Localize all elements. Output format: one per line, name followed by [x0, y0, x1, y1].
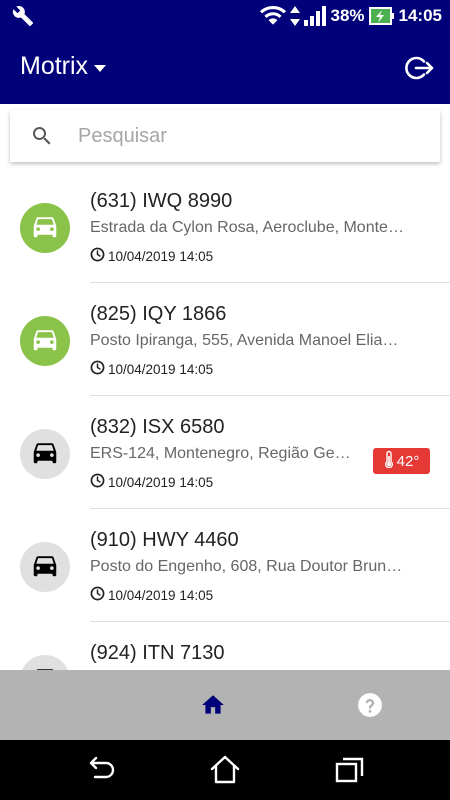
vehicle-status-avatar	[20, 542, 70, 592]
caret-down-icon	[94, 65, 107, 72]
bottom-navigation	[0, 670, 450, 740]
logout-icon[interactable]	[404, 52, 436, 84]
vehicle-plate: (832) ISX 6580	[90, 416, 225, 438]
vehicle-list-item[interactable]: (910) HWY 4460 Posto do Engenho, 608, Ru…	[0, 509, 450, 622]
vehicle-list-item[interactable]: (825) IQY 1866 Posto Ipiranga, 555, Aven…	[0, 283, 450, 396]
vehicle-timestamp: 10/04/2019 14:05	[108, 248, 214, 264]
help-icon[interactable]	[357, 692, 383, 718]
battery-charging-icon	[368, 7, 395, 25]
car-icon	[30, 211, 60, 246]
thermometer-icon	[384, 450, 394, 472]
vehicle-timestamp-row: 10/04/2019 14:05	[90, 360, 213, 378]
vehicle-status-avatar	[20, 316, 70, 366]
wifi-icon	[260, 6, 287, 26]
search-bar	[10, 110, 440, 162]
app-bar: Motrix	[0, 32, 450, 104]
home-icon[interactable]	[200, 692, 226, 718]
vehicle-list: (631) IWQ 8990 Estrada da Cylon Rosa, Ae…	[0, 170, 450, 670]
app-title: Motrix	[20, 52, 89, 80]
car-icon	[30, 550, 60, 585]
vehicle-plate: (910) HWY 4460	[90, 529, 239, 551]
signal-icon	[304, 6, 327, 26]
system-navigation-bar	[0, 740, 450, 800]
vehicle-status-avatar	[20, 203, 70, 253]
vehicle-timestamp: 10/04/2019 14:05	[108, 587, 214, 603]
clock-icon	[90, 360, 105, 378]
vehicle-timestamp-row: 10/04/2019 14:05	[90, 247, 213, 265]
car-icon	[30, 663, 60, 670]
status-time: 14:05	[398, 6, 442, 25]
car-icon	[30, 437, 60, 472]
vehicle-timestamp: 10/04/2019 14:05	[108, 361, 214, 377]
vehicle-list-item[interactable]: (631) IWQ 8990 Estrada da Cylon Rosa, Ae…	[0, 170, 450, 283]
search-input[interactable]	[78, 124, 398, 148]
battery-percent: 38%	[330, 6, 365, 25]
status-bar: 38% 14:05	[0, 0, 450, 32]
car-icon	[30, 324, 60, 359]
vehicle-timestamp-row: 10/04/2019 14:05	[90, 473, 213, 491]
vehicle-status-avatar	[20, 655, 70, 670]
vehicle-timestamp-row: 10/04/2019 14:05	[90, 586, 213, 604]
vehicle-plate: (631) IWQ 8990	[90, 190, 233, 212]
vehicle-address: Posto do Engenho, 608, Rua Doutor Brun…	[90, 558, 403, 575]
vehicle-address: Estrada da Cylon Rosa, Aeroclube, Monte…	[90, 219, 404, 236]
system-home-icon[interactable]	[208, 753, 242, 787]
clock-icon	[90, 473, 105, 491]
data-arrows-icon	[290, 6, 301, 26]
account-dropdown[interactable]: Motrix	[20, 52, 107, 81]
vehicle-plate: (825) IQY 1866	[90, 303, 227, 325]
recent-apps-icon[interactable]	[333, 753, 367, 787]
back-icon[interactable]	[83, 753, 117, 787]
temperature-value: 42°	[396, 452, 420, 470]
clock-icon	[90, 247, 105, 265]
temperature-alert-badge: 42°	[373, 448, 430, 474]
vehicle-timestamp: 10/04/2019 14:05	[108, 474, 214, 490]
wrench-icon	[12, 5, 34, 32]
search-icon	[30, 124, 54, 148]
vehicle-plate: (924) ITN 7130	[90, 642, 225, 664]
vehicle-status-avatar	[20, 429, 70, 479]
vehicle-list-item[interactable]: (832) ISX 6580 ERS-124, Montenegro, Regi…	[0, 396, 450, 509]
vehicle-list-item[interactable]: (924) ITN 7130	[0, 622, 450, 670]
clock-icon	[90, 586, 105, 604]
vehicle-address: ERS-124, Montenegro, Região Ge…	[90, 445, 351, 462]
vehicle-address: Posto Ipiranga, 555, Avenida Manoel Elia…	[90, 332, 399, 349]
